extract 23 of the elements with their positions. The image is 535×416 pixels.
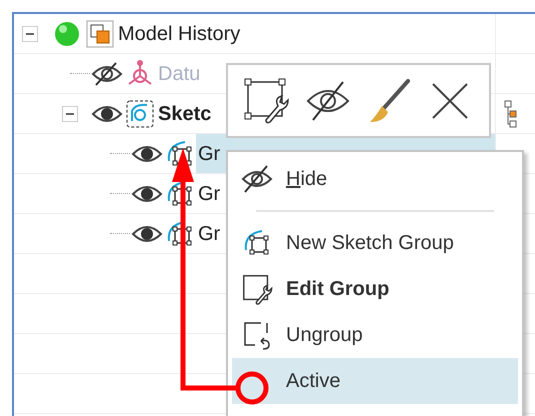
menu-item[interactable]: Hide — [232, 156, 518, 202]
status-ball-icon — [53, 20, 81, 48]
collapse-icon[interactable] — [62, 106, 78, 122]
menu-item-label: Active — [286, 369, 340, 394]
tree-item[interactable]: Gr — [196, 174, 220, 213]
tree-item[interactable]: Gr — [196, 214, 220, 253]
menu-item[interactable]: Ungroup — [232, 312, 518, 358]
wrench-frame-icon — [241, 273, 273, 305]
tree-item[interactable]: Gr — [196, 134, 220, 173]
tree-item[interactable]: Model History — [116, 14, 240, 53]
menu-item[interactable]: Edit Group — [232, 266, 518, 312]
sketch-icon — [125, 98, 155, 128]
highlight-circle — [236, 372, 268, 404]
menu-item-label: Hide — [286, 167, 328, 192]
tree-item[interactable]: Sketc — [156, 94, 212, 133]
menu-item-label: Ungroup — [286, 323, 363, 348]
hidden-eye-icon — [241, 164, 273, 194]
collapse-icon[interactable] — [22, 26, 38, 42]
menu-item-label: Edit Group — [286, 277, 390, 302]
menu-item[interactable]: Active — [232, 358, 518, 404]
menu-item-label: New Sketch Group — [286, 231, 454, 256]
menu-item[interactable]: New Sketch Group — [232, 220, 518, 266]
stacked-squares-icon — [86, 18, 114, 48]
